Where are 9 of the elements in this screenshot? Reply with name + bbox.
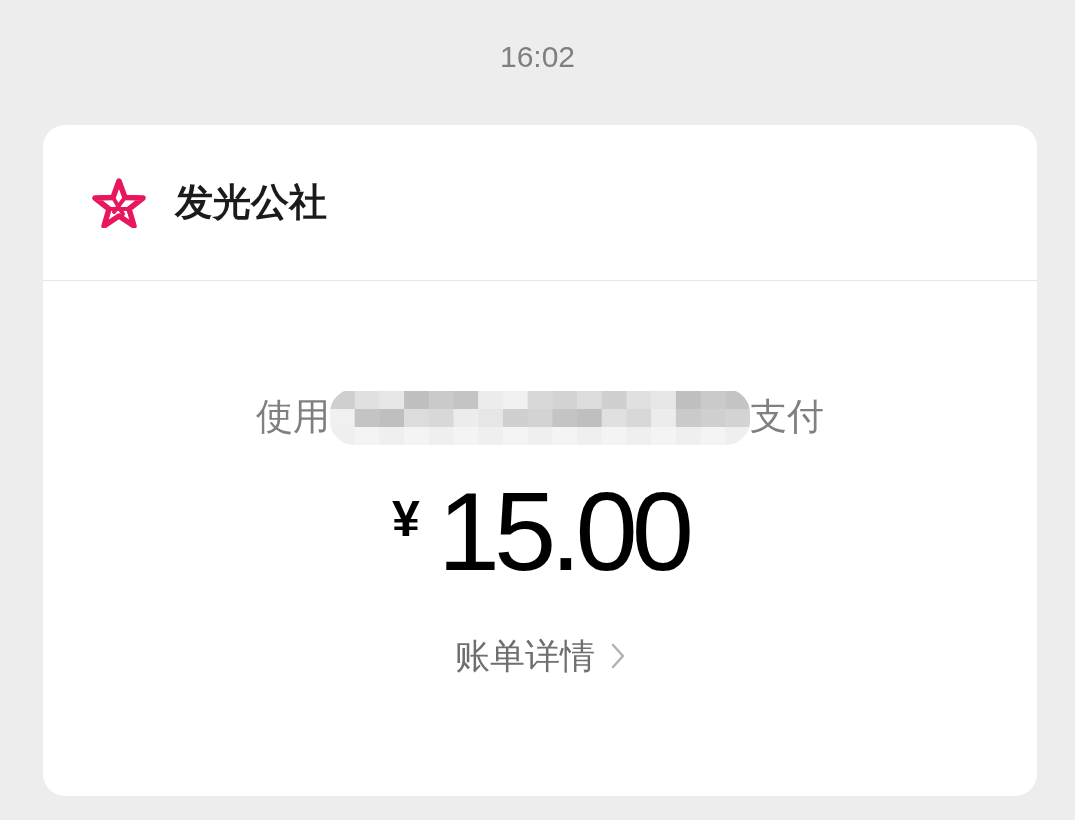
status-time: 16:02 [499, 39, 576, 74]
star-logo-icon [92, 177, 146, 228]
payment-method-text: 支付 [750, 394, 824, 440]
payment-method-text: 使用 [256, 394, 330, 440]
merchant-name: 发光公社 [175, 179, 327, 226]
payment-amount: 15.00 [437, 476, 689, 588]
chevron-right-icon [611, 643, 625, 669]
currency-symbol: ¥ [391, 494, 420, 544]
bill-details-link[interactable]: 账单详情 [455, 631, 625, 681]
